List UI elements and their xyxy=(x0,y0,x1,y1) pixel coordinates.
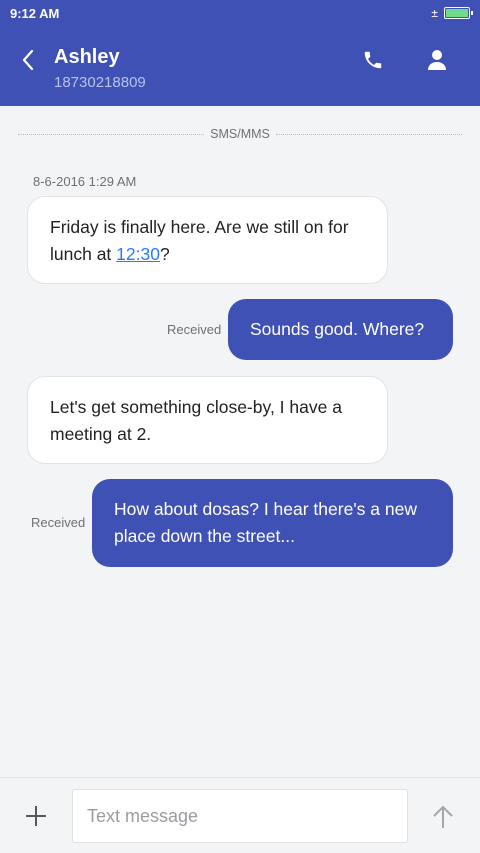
call-button[interactable] xyxy=(358,46,388,74)
app-bar: Ashley 18730218809 xyxy=(0,26,480,106)
composer-bar xyxy=(0,777,480,853)
status-icons: ± xyxy=(431,6,473,20)
battery-icon xyxy=(444,7,473,19)
data-transfer-icon: ± xyxy=(431,6,438,20)
plus-icon xyxy=(26,806,46,826)
delivery-status: Received xyxy=(31,515,86,530)
message-text: Friday is finally here. Are we still on … xyxy=(50,217,349,264)
channel-label: SMS/MMS xyxy=(210,127,270,141)
message-timestamp: 8-6-2016 1:29 AM xyxy=(33,174,137,189)
message-text: Sounds good. Where? xyxy=(250,319,425,339)
message-text-end: ? xyxy=(159,244,170,264)
message-text: Let's get something close-by, I have a m… xyxy=(50,397,342,444)
message-text: How about dosas? I hear there's a new pl… xyxy=(114,499,417,546)
attach-button[interactable] xyxy=(22,802,50,830)
delivery-status: Received xyxy=(167,322,222,337)
arrow-up-icon xyxy=(433,805,453,828)
channel-divider: SMS/MMS xyxy=(18,124,463,144)
person-icon xyxy=(428,50,446,70)
status-bar: 9:12 AM ± xyxy=(0,0,480,26)
back-button[interactable] xyxy=(14,46,42,74)
status-time: 9:12 AM xyxy=(10,5,60,21)
contact-profile-button[interactable] xyxy=(422,46,452,74)
outgoing-message-bubble[interactable]: Sounds good. Where? xyxy=(228,299,453,360)
send-button[interactable] xyxy=(428,802,458,832)
incoming-message-bubble[interactable]: Friday is finally here. Are we still on … xyxy=(27,196,388,284)
contact-number: 18730218809 xyxy=(54,74,146,91)
outgoing-message-bubble[interactable]: How about dosas? I hear there's a new pl… xyxy=(92,479,453,567)
chevron-left-icon xyxy=(22,49,34,71)
phone-icon xyxy=(364,51,382,69)
message-input[interactable] xyxy=(72,789,408,843)
contact-name: Ashley xyxy=(54,46,120,68)
incoming-message-bubble[interactable]: Let's get something close-by, I have a m… xyxy=(27,376,388,464)
time-link[interactable]: 12:30 xyxy=(116,244,160,264)
